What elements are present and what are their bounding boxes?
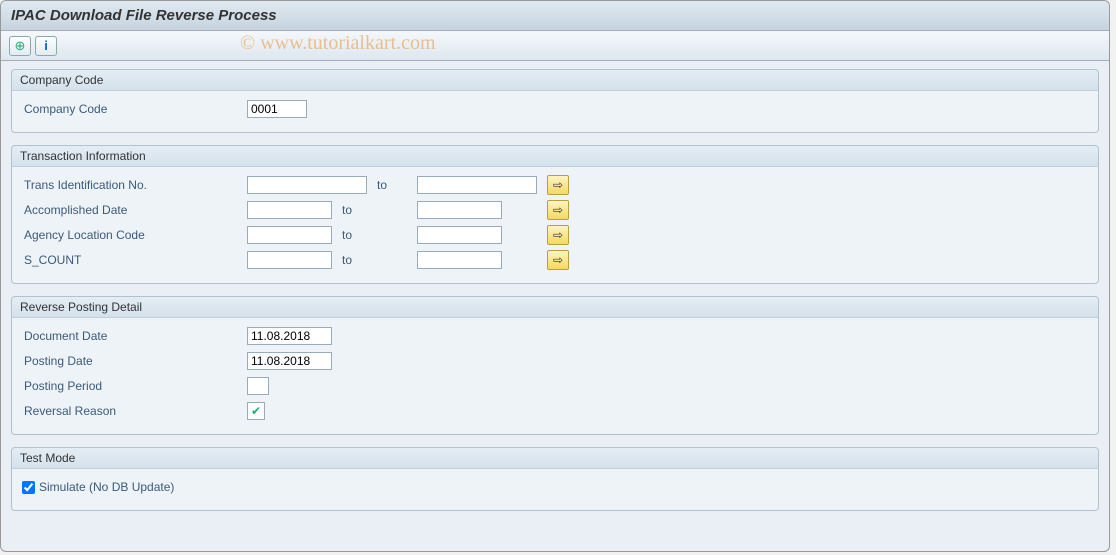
input-s-count-from[interactable] (247, 251, 332, 269)
label-reversal-reason: Reversal Reason (22, 404, 247, 418)
input-posting-period[interactable] (247, 377, 269, 395)
multi-select-trans-id[interactable]: ⇨ (547, 175, 569, 195)
group-reverse-posting: Reverse Posting Detail Document Date Pos… (11, 296, 1099, 435)
label-to-s-count: to (332, 253, 417, 267)
info-button[interactable]: i (35, 36, 57, 56)
group-header-test: Test Mode (12, 448, 1098, 469)
input-acc-date-from[interactable] (247, 201, 332, 219)
group-test-mode: Test Mode Simulate (No DB Update) (11, 447, 1099, 511)
label-s-count: S_COUNT (22, 253, 247, 267)
label-acc-date: Accomplished Date (22, 203, 247, 217)
input-post-date[interactable] (247, 352, 332, 370)
arrow-right-icon: ⇨ (553, 178, 563, 192)
toolbar: ⊕ i (1, 31, 1109, 61)
input-company-code[interactable] (247, 100, 307, 118)
title-bar: IPAC Download File Reverse Process (1, 1, 1109, 31)
label-post-date: Posting Date (22, 354, 247, 368)
label-company-code: Company Code (22, 102, 247, 116)
execute-button[interactable]: ⊕ (9, 36, 31, 56)
group-transaction-info: Transaction Information Trans Identifica… (11, 145, 1099, 284)
input-agency-to[interactable] (417, 226, 502, 244)
label-posting-period: Posting Period (22, 379, 247, 393)
group-header-trans: Transaction Information (12, 146, 1098, 167)
arrow-right-icon: ⇨ (553, 253, 563, 267)
label-simulate: Simulate (No DB Update) (39, 480, 174, 494)
group-header-reverse: Reverse Posting Detail (12, 297, 1098, 318)
group-company-code: Company Code Company Code (11, 69, 1099, 133)
multi-select-s-count[interactable]: ⇨ (547, 250, 569, 270)
input-reversal-reason[interactable]: ✔ (247, 402, 265, 420)
execute-icon: ⊕ (15, 38, 26, 54)
input-trans-id-to[interactable] (417, 176, 537, 194)
arrow-right-icon: ⇨ (553, 228, 563, 242)
info-icon: i (44, 38, 48, 53)
group-header-company: Company Code (12, 70, 1098, 91)
label-to-acc-date: to (332, 203, 417, 217)
arrow-right-icon: ⇨ (553, 203, 563, 217)
input-trans-id-from[interactable] (247, 176, 367, 194)
label-to-agency: to (332, 228, 417, 242)
label-to-trans-id: to (367, 178, 417, 192)
checkbox-simulate[interactable] (22, 481, 35, 494)
label-doc-date: Document Date (22, 329, 247, 343)
input-s-count-to[interactable] (417, 251, 502, 269)
input-agency-from[interactable] (247, 226, 332, 244)
page-title: IPAC Download File Reverse Process (11, 7, 277, 24)
multi-select-acc-date[interactable]: ⇨ (547, 200, 569, 220)
input-acc-date-to[interactable] (417, 201, 502, 219)
label-agency: Agency Location Code (22, 228, 247, 242)
check-icon: ✔ (251, 404, 261, 418)
input-doc-date[interactable] (247, 327, 332, 345)
multi-select-agency[interactable]: ⇨ (547, 225, 569, 245)
label-trans-id: Trans Identification No. (22, 178, 247, 192)
